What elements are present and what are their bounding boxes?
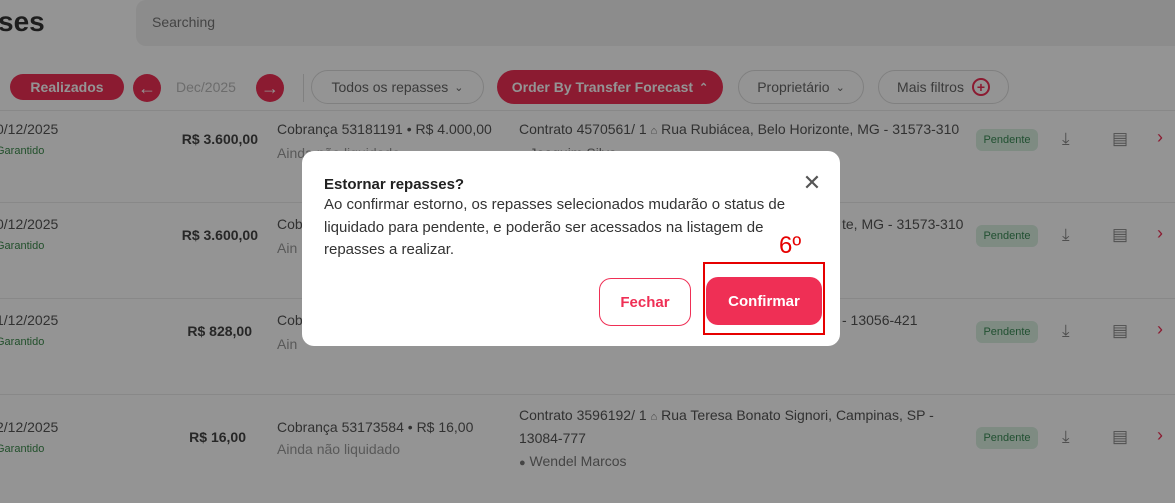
- fechar-button[interactable]: Fechar: [599, 278, 691, 326]
- step-label: 6º: [779, 232, 802, 259]
- dialog-title: Estornar repasses?: [324, 176, 465, 193]
- close-icon: ✕: [802, 170, 822, 195]
- close-button[interactable]: ✕: [802, 170, 822, 195]
- step-highlight-box: [703, 262, 825, 335]
- dialog-message: Ao confirmar estorno, os repasses seleci…: [324, 196, 786, 258]
